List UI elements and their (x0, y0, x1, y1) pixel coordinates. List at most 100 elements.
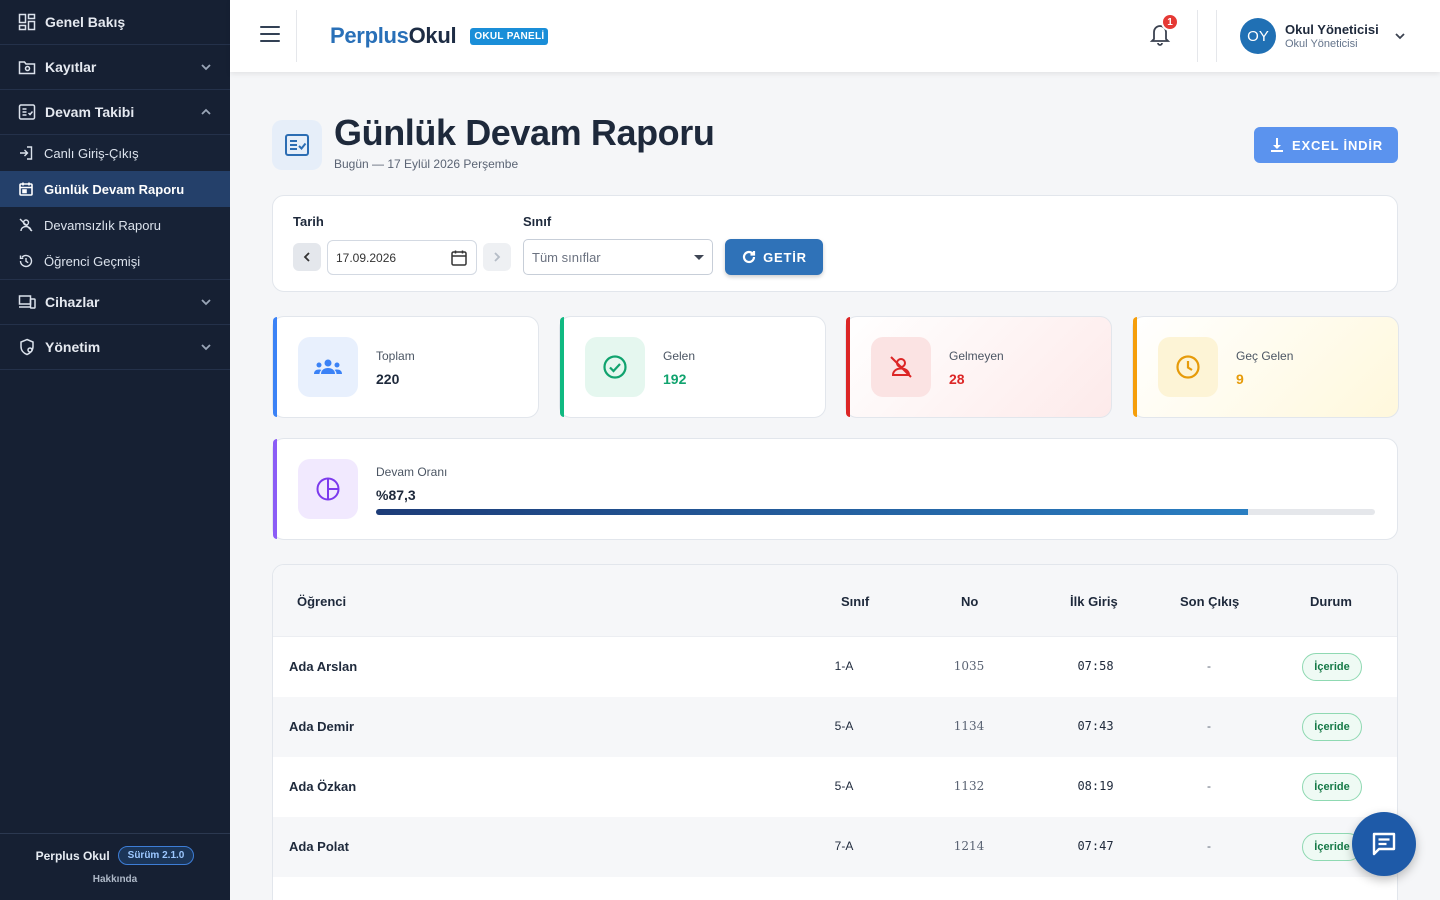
divider (1216, 10, 1217, 62)
stat-card-toplam: Toplam 220 (272, 316, 539, 418)
previous-day-button[interactable] (293, 243, 321, 271)
stat-value: 9 (1236, 371, 1244, 387)
panel-badge: OKUL PANELİ (470, 27, 549, 45)
fetch-button-label: GETİR (763, 249, 807, 265)
last-out-cell: - (1207, 779, 1211, 793)
student-no-cell: 1134 (953, 719, 985, 733)
check-circle-icon (585, 337, 645, 397)
stat-card-gelen: Gelen 192 (559, 316, 826, 418)
report-icon (272, 120, 322, 170)
rate-value: %87,3 (376, 487, 416, 503)
brand-name-part2: Okul (408, 23, 457, 48)
person-off-icon (18, 217, 34, 233)
divider (1197, 10, 1198, 62)
sidebar: Genel Bakış Kayıtlar Devam Takibi Canlı … (0, 0, 230, 900)
calendar-icon (18, 181, 34, 197)
sidebar-subitem-canli-giris-cikis[interactable]: Canlı Giriş-Çıkış (0, 135, 230, 171)
status-badge: İçeride (1302, 653, 1362, 681)
stat-label: Toplam (376, 349, 415, 363)
sidebar-item-label: Cihazlar (45, 294, 100, 310)
last-out-cell: - (1207, 839, 1211, 853)
class-cell: 7-A (834, 839, 854, 853)
chevron-down-icon (200, 341, 212, 353)
table-row[interactable]: Ada Polat 7-A 1214 07:47- İçeride (273, 817, 1397, 877)
attendance-table: Öğrenci Sınıf No İlk Giriş Son Çıkış Dur… (272, 564, 1398, 900)
filter-card: Tarih 17.09.2026 Sınıf Tüm sınıflar GETİ… (272, 195, 1398, 292)
group-icon (298, 337, 358, 397)
next-day-button[interactable] (483, 243, 511, 271)
sidebar-subitem-ogrenci-gecmisi[interactable]: Öğrenci Geçmişi (0, 243, 230, 279)
hamburger-menu-icon[interactable] (260, 26, 280, 42)
excel-button-label: EXCEL İNDİR (1292, 137, 1383, 153)
sidebar-item-genel-bakis[interactable]: Genel Bakış (0, 0, 230, 45)
sidebar-item-kayitlar[interactable]: Kayıtlar (0, 45, 230, 90)
table-row[interactable]: Ada Özkan 5-A 1132 08:19 - İçeride (273, 757, 1397, 817)
checklist-icon (18, 103, 36, 121)
avatar: OY (1240, 18, 1276, 54)
column-header-status[interactable]: Durum (1310, 594, 1352, 609)
folder-icon (18, 58, 36, 76)
student-name-cell: Ada Özkan (289, 779, 357, 794)
class-cell: 1-A (834, 659, 854, 673)
chevron-down-icon (200, 61, 212, 73)
column-header-class[interactable]: Sınıf (841, 594, 869, 609)
class-cell: 5-A (834, 779, 854, 793)
sidebar-subitem-label: Günlük Devam Raporu (44, 181, 185, 197)
page-title: Günlük Devam Raporu (334, 112, 715, 153)
brand-name-part1: Perplus (330, 23, 409, 48)
pie-chart-icon (298, 459, 358, 519)
student-name-cell: Ada Demir (289, 719, 355, 734)
column-header-first-in[interactable]: İlk Giriş (1070, 594, 1118, 609)
sidebar-subitem-label: Canlı Giriş-Çıkış (44, 145, 139, 161)
settings-icon (18, 338, 36, 356)
attendance-rate-card: Devam Oranı %87,3 (272, 438, 1398, 540)
sidebar-item-cihazlar[interactable]: Cihazlar (0, 280, 230, 325)
user-menu[interactable]: OY Okul Yöneticisi Okul Yöneticisi (1240, 18, 1407, 54)
chevron-right-icon (494, 252, 501, 262)
column-header-last-out[interactable]: Son Çıkış (1180, 594, 1239, 609)
sidebar-subitem-devamsizlik-raporu[interactable]: Devamsızlık Raporu (0, 207, 230, 243)
person-off-icon (871, 337, 931, 397)
stat-value: 28 (949, 371, 965, 387)
stat-label: Geç Gelen (1236, 349, 1294, 363)
table-row[interactable]: Ada Demir 5-A 1134 07:43 - İçeride (273, 697, 1397, 757)
topbar: PerplusOkul OKUL PANELİ 1 OY Okul Yöneti… (230, 0, 1440, 72)
fetch-button[interactable]: GETİR (725, 239, 823, 275)
stat-label: Gelmeyen (949, 349, 1004, 363)
stat-value: 192 (663, 371, 687, 387)
chevron-left-icon (303, 252, 310, 262)
first-in-cell: 07:43 (1077, 719, 1114, 733)
chevron-down-icon (200, 296, 212, 308)
status-badge: İçeride (1302, 713, 1362, 741)
first-in-cell: 08:19 (1077, 779, 1114, 793)
column-header-student[interactable]: Öğrenci (297, 594, 346, 609)
caret-down-icon (694, 254, 704, 260)
student-no-cell: 1132 (953, 779, 985, 793)
chat-button[interactable] (1352, 812, 1416, 876)
column-header-no[interactable]: No (961, 594, 978, 609)
class-select[interactable]: Tüm sınıflar (523, 239, 713, 275)
about-link[interactable]: Hakkında (0, 874, 230, 885)
devam-takibi-submenu: Canlı Giriş-Çıkış Günlük Devam Raporu De… (0, 135, 230, 280)
user-role: Okul Yöneticisi (1285, 38, 1358, 50)
sidebar-subitem-gunluk-devam-raporu[interactable]: Günlük Devam Raporu (0, 171, 230, 207)
brand-logo: PerplusOkul OKUL PANELİ (330, 23, 549, 49)
excel-download-button[interactable]: EXCEL İNDİR (1254, 127, 1398, 163)
table-row[interactable]: Ada Arslan 1-A 1035 07:58 - İçeride (273, 637, 1397, 697)
attendance-progress-bar (376, 509, 1375, 515)
version-badge: Sürüm 2.1.0 (117, 846, 195, 865)
date-field[interactable]: 17.09.2026 (327, 240, 477, 275)
status-badge: İçeride (1302, 773, 1362, 801)
login-icon (18, 145, 34, 161)
sidebar-item-devam-takibi[interactable]: Devam Takibi (0, 90, 230, 135)
student-name-cell: Ada Arslan (289, 659, 358, 674)
student-no-cell: 1214 (953, 839, 985, 853)
sidebar-item-label: Genel Bakış (45, 14, 126, 30)
divider (296, 10, 297, 62)
sidebar-item-yonetim[interactable]: Yönetim (0, 325, 230, 370)
page-subtitle: Bugün — 17 Eylül 2026 Perşembe (334, 157, 519, 171)
class-select-value: Tüm sınıflar (532, 249, 601, 265)
calendar-icon[interactable] (450, 249, 468, 267)
sidebar-subitem-label: Devamsızlık Raporu (44, 217, 162, 233)
rate-label: Devam Oranı (376, 465, 448, 479)
